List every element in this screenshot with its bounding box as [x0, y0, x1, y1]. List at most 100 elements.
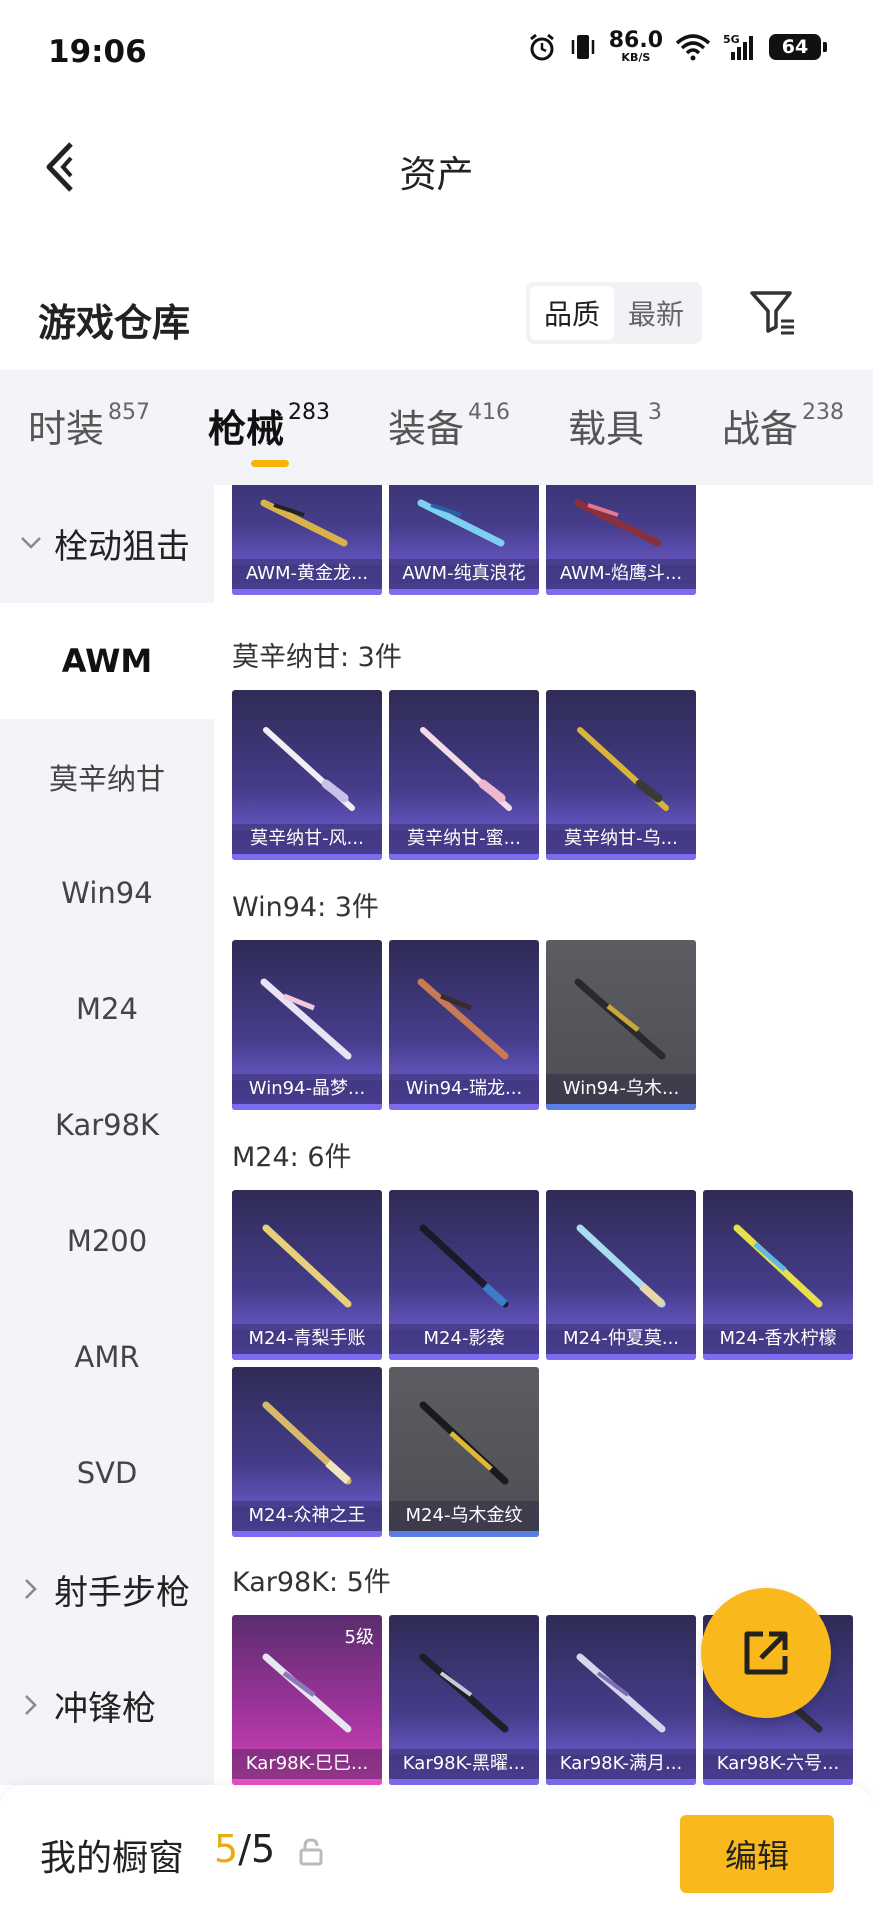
sidebar-item-mosin[interactable]: 莫辛纳甘 [0, 719, 214, 835]
item-card[interactable]: AWM-纯真浪花 [389, 485, 539, 595]
item-name: Win94-晶梦... [232, 1074, 382, 1104]
item-card[interactable]: M24-仲夏莫... [546, 1190, 696, 1360]
showcase-current: 5 [214, 1827, 239, 1871]
item-name: 莫辛纳甘-风... [232, 824, 382, 854]
status-bar: 19:06 86.0 KB/S 5G 64 [0, 0, 873, 100]
tab-equipment[interactable]: 装备 416 [388, 398, 510, 453]
sidebar-group-marksman[interactable]: 射手步枪 [0, 1531, 214, 1647]
sniper-rifle-icon [260, 499, 348, 547]
sidebar-item-awm[interactable]: AWM [0, 603, 214, 719]
status-time: 19:06 [48, 34, 147, 70]
sidebar-item-amr[interactable]: AMR [0, 1299, 214, 1415]
tab-fashion[interactable]: 时装 857 [28, 398, 150, 453]
sniper-rifle-icon [419, 1401, 509, 1485]
item-name: M24-仲夏莫... [546, 1324, 696, 1354]
item-card[interactable]: M24-乌木金纹 [389, 1367, 539, 1537]
item-name: M24-乌木金纹 [389, 1501, 539, 1531]
sidebar-group-smg[interactable]: 冲锋枪 [0, 1647, 214, 1763]
item-card[interactable]: M24-香水柠檬 [703, 1190, 853, 1360]
section-label-win94: Win94: 3件 [232, 892, 379, 923]
sniper-rifle-icon [574, 499, 662, 547]
active-tab-indicator [251, 460, 289, 467]
alarm-icon [529, 33, 554, 60]
sidebar-group-label: 栓动狙击 [54, 526, 190, 567]
item-card[interactable]: Win94-瑞龙... [389, 940, 539, 1110]
tab-count: 238 [802, 400, 845, 425]
sidebar-item-m200[interactable]: M200 [0, 1183, 214, 1299]
tab-label: 时装 [28, 407, 105, 451]
sidebar-item-win94[interactable]: Win94 [0, 835, 214, 951]
rifle-icon [262, 1653, 352, 1733]
sidebar-group-bolt-action[interactable]: 栓动狙击 [0, 485, 214, 601]
item-card[interactable]: 5级 Kar98K-巳巳... [232, 1615, 382, 1785]
tab-count: 857 [108, 400, 151, 425]
item-card[interactable]: Kar98K-黑曜... [389, 1615, 539, 1785]
item-name: AWM-黄金龙... [232, 559, 382, 589]
item-card[interactable]: 莫辛纳甘-乌... [546, 690, 696, 860]
section-label-kar98k: Kar98K: 5件 [232, 1567, 391, 1598]
rifle-icon [263, 727, 355, 811]
sniper-rifle-icon [576, 1224, 666, 1308]
chevron-right-icon [18, 1578, 44, 1600]
page-title: 资产 [399, 153, 474, 196]
item-name: Kar98K-黑曜... [389, 1749, 539, 1779]
tab-vehicles[interactable]: 载具 3 [568, 398, 662, 453]
sniper-rifle-icon [419, 1224, 509, 1308]
lever-rifle-icon [574, 978, 666, 1060]
share-button[interactable] [701, 1588, 831, 1718]
sniper-rifle-icon [417, 499, 505, 547]
item-card[interactable]: M24-青梨手账 [232, 1190, 382, 1360]
item-name: 莫辛纳甘-乌... [546, 824, 696, 854]
filter-button[interactable] [745, 284, 801, 340]
item-card[interactable]: AWM-黄金龙... [232, 485, 382, 595]
item-name: AWM-焰鹰斗... [546, 559, 696, 589]
tab-label: 载具 [568, 407, 645, 451]
item-name: M24-香水柠檬 [703, 1324, 853, 1354]
showcase-count: 5/5 [214, 1827, 275, 1871]
item-card[interactable]: Win94-乌木... [546, 940, 696, 1110]
net-speed-unit: KB/S [621, 51, 651, 64]
showcase-separator: / [238, 1827, 251, 1871]
sidebar-group-label: 射手步枪 [54, 1572, 190, 1613]
item-name: AWM-纯真浪花 [389, 559, 539, 589]
sort-quality-button[interactable]: 品质 [530, 286, 614, 340]
tab-count: 283 [288, 400, 331, 425]
net-speed-value: 86.0 [608, 28, 663, 53]
weapon-sidebar: 栓动狙击 AWM 莫辛纳甘 Win94 M24 Kar98K M200 AMR … [0, 485, 214, 1785]
status-icons: 86.0 KB/S 5G 64 [527, 28, 827, 64]
edit-button[interactable]: 编辑 [680, 1815, 834, 1893]
section-label-mosin: 莫辛纳甘: 3件 [232, 642, 402, 673]
filter-icon [750, 291, 794, 335]
tab-guns[interactable]: 枪械 283 [208, 398, 330, 453]
item-card[interactable]: AWM-焰鹰斗... [546, 485, 696, 595]
item-card[interactable]: Kar98K-满月... [546, 1615, 696, 1785]
category-tabs: 时装 857 枪械 283 装备 416 载具 3 战备 238 [0, 370, 873, 485]
item-name: M24-影袭 [389, 1324, 539, 1354]
share-external-icon [744, 1631, 788, 1675]
warehouse-title: 游戏仓库 [38, 301, 191, 345]
item-card[interactable]: 莫辛纳甘-蜜... [389, 690, 539, 860]
item-name: M24-青梨手账 [232, 1324, 382, 1354]
lever-rifle-icon [417, 978, 509, 1060]
item-name: 莫辛纳甘-蜜... [389, 824, 539, 854]
item-card[interactable]: Win94-晶梦... [232, 940, 382, 1110]
sidebar-item-svd[interactable]: SVD [0, 1415, 214, 1531]
tab-tactical[interactable]: 战备 238 [722, 398, 844, 453]
sidebar-item-kar98k[interactable]: Kar98K [0, 1067, 214, 1183]
item-name: Kar98K-巳巳... [232, 1749, 382, 1779]
rifle-icon [420, 727, 512, 811]
item-card[interactable]: M24-影袭 [389, 1190, 539, 1360]
item-card[interactable]: M24-众神之王 [232, 1367, 382, 1537]
sniper-rifle-icon [262, 1401, 352, 1485]
tab-count: 3 [648, 400, 663, 425]
sidebar-item-m24[interactable]: M24 [0, 951, 214, 1067]
lever-rifle-icon [260, 978, 352, 1060]
item-card[interactable]: 莫辛纳甘-风... [232, 690, 382, 860]
section-label-m24: M24: 6件 [232, 1142, 352, 1173]
vibrate-icon [571, 34, 594, 59]
sort-newest-button[interactable]: 最新 [614, 286, 698, 340]
tab-count: 416 [468, 400, 511, 425]
rifle-icon [577, 727, 669, 811]
wifi-icon [675, 33, 711, 60]
lock-icon [299, 1838, 323, 1866]
